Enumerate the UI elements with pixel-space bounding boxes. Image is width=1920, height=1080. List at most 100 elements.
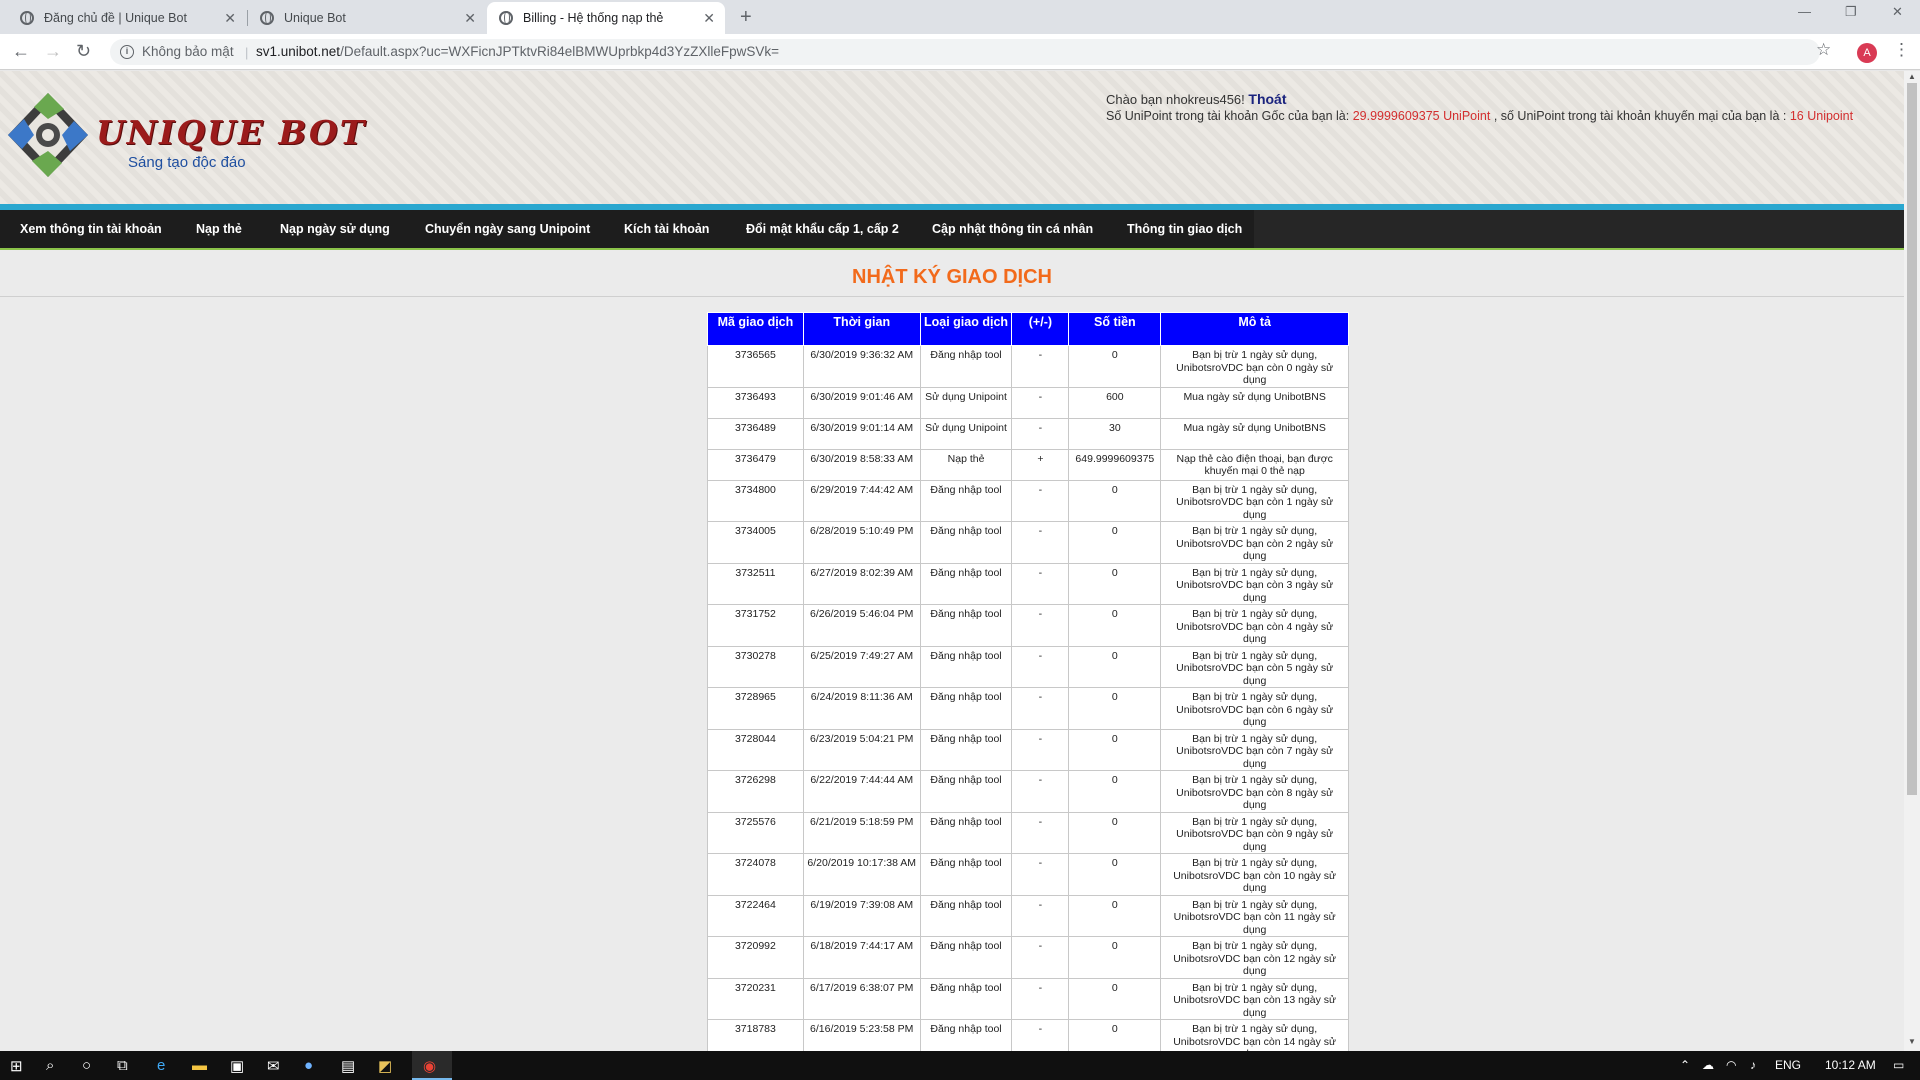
tray-chevron-icon[interactable]: ⌃ xyxy=(1680,1058,1690,1072)
cell-time: 6/17/2019 6:38:07 PM xyxy=(802,977,921,1020)
table-row: 3736489 6/30/2019 9:01:14 AM Sử dụng Unipo… xyxy=(707,417,1349,450)
onedrive-icon[interactable]: ☁ xyxy=(1702,1058,1714,1072)
menu-item-buy-days[interactable]: Nạp ngày sử dụng xyxy=(280,222,390,236)
cell-description: Bạn bị trừ 1 ngày sử dụng, UnibotsroVDC … xyxy=(1160,345,1349,388)
scroll-up-icon[interactable]: ▲ xyxy=(1908,72,1916,81)
menu-item-update-profile[interactable]: Cập nhật thông tin cá nhân xyxy=(932,222,1093,236)
forward-arrow-icon[interactable]: → xyxy=(44,41,62,62)
cell-type: Đăng nhập tool xyxy=(919,345,1013,388)
tab-close-icon[interactable]: ✕ xyxy=(464,10,476,27)
cell-time: 6/28/2019 5:10:49 PM xyxy=(802,521,921,564)
site-header: UNIQUE BOT Sáng tạo độc đáo Chào bạn nho… xyxy=(0,71,1904,204)
table-row: 3734005 6/28/2019 5:10:49 PM Đăng nhập too… xyxy=(707,521,1349,564)
cell-transaction-id: 3724078 xyxy=(707,853,804,896)
tab-close-icon[interactable]: ✕ xyxy=(703,10,715,27)
clock[interactable]: 10:12 AM xyxy=(1825,1058,1876,1072)
reload-icon[interactable]: ↻ xyxy=(76,41,91,62)
cell-type: Đăng nhập tool xyxy=(919,770,1013,813)
menu-item-topup-card[interactable]: Nạp thẻ xyxy=(196,222,242,236)
cell-sign: - xyxy=(1011,562,1070,605)
app-icon[interactable]: ● xyxy=(304,1057,313,1074)
cell-type: Đăng nhập tool xyxy=(919,936,1013,979)
cell-type: Đăng nhập tool xyxy=(919,728,1013,771)
wifi-icon[interactable]: ◠ xyxy=(1726,1058,1736,1072)
tab-title: Unique Bot xyxy=(284,11,346,25)
page-scrollbar[interactable]: ▲ ▼ xyxy=(1904,71,1920,1051)
logo-text: UNIQUE BOT xyxy=(96,113,367,152)
cell-type: Đăng nhập tool xyxy=(919,604,1013,647)
scrollbar-thumb[interactable] xyxy=(1907,83,1917,795)
tab-close-icon[interactable]: ✕ xyxy=(224,10,236,27)
menu-item-change-password[interactable]: Đổi mật khẩu cấp 1, cấp 2 xyxy=(746,222,899,236)
page-content: UNIQUE BOT Sáng tạo độc đáo Chào bạn nho… xyxy=(0,71,1904,1051)
menu-item-convert-days[interactable]: Chuyển ngày sang Unipoint xyxy=(425,222,590,236)
windows-start-icon[interactable]: ⊞ xyxy=(10,1057,23,1075)
browser-tab-active[interactable]: Billing - Hệ thống nạp thẻ ✕ xyxy=(487,2,725,34)
task-view-icon[interactable]: ⧉ xyxy=(117,1057,128,1074)
globe-icon xyxy=(499,11,513,25)
cell-time: 6/30/2019 8:58:33 AM xyxy=(802,448,921,481)
cell-sign: - xyxy=(1011,977,1070,1020)
url-host: sv1.unibot.net xyxy=(256,44,341,59)
table-row: 3736479 6/30/2019 8:58:33 AM Nạp thẻ +649.9… xyxy=(707,448,1349,481)
browser-tab[interactable]: Đăng chủ đề | Unique Bot ✕ xyxy=(8,2,246,34)
cell-type: Sử dụng Unipoint xyxy=(919,417,1013,450)
transaction-table: Mã giao dịch Thời gian Loại giao dịch (+… xyxy=(707,312,1349,1051)
scroll-down-icon[interactable]: ▼ xyxy=(1908,1037,1916,1046)
url-path: /Default.aspx?uc=WXFicnJPTktvRi84elBMWUp… xyxy=(340,44,779,59)
cell-sign: - xyxy=(1011,521,1070,564)
logout-link[interactable]: Thoát xyxy=(1248,91,1286,107)
cell-transaction-id: 3720992 xyxy=(707,936,804,979)
minimize-icon[interactable]: — xyxy=(1798,4,1811,19)
window-close-icon[interactable]: ✕ xyxy=(1892,4,1903,20)
greeting-text: Chào bạn nhokreus456! xyxy=(1106,92,1245,107)
cell-amount: 0 xyxy=(1068,977,1162,1020)
file-explorer-icon[interactable]: ▬ xyxy=(192,1057,207,1074)
menu-item-account-info[interactable]: Xem thông tin tài khoản xyxy=(20,222,162,236)
cell-amount: 30 xyxy=(1068,417,1162,450)
restore-icon[interactable]: ❐ xyxy=(1845,4,1857,20)
chrome-icon[interactable]: ◉ xyxy=(423,1057,436,1075)
info-icon[interactable]: i xyxy=(120,45,134,59)
cell-time: 6/30/2019 9:36:32 AM xyxy=(802,345,921,388)
cell-type: Đăng nhập tool xyxy=(919,562,1013,605)
unique-bot-logo-icon[interactable] xyxy=(4,89,92,181)
cell-transaction-id: 3730278 xyxy=(707,645,804,688)
cell-transaction-id: 3718783 xyxy=(707,1019,804,1051)
cell-transaction-id: 3731752 xyxy=(707,604,804,647)
cell-description: Bạn bị trừ 1 ngày sử dụng, UnibotsroVDC … xyxy=(1160,479,1349,522)
app-icon[interactable]: ◩ xyxy=(378,1057,392,1075)
cortana-icon[interactable]: ○ xyxy=(82,1057,91,1074)
globe-icon xyxy=(20,11,34,25)
app-icon[interactable]: ▤ xyxy=(341,1057,355,1075)
volume-icon[interactable]: ♪ xyxy=(1750,1058,1756,1072)
cell-amount: 0 xyxy=(1068,811,1162,854)
language-indicator[interactable]: ENG xyxy=(1775,1058,1801,1072)
table-row: 3734800 6/29/2019 7:44:42 AM Đăng nhập too… xyxy=(707,479,1349,522)
cell-time: 6/26/2019 5:46:04 PM xyxy=(802,604,921,647)
edge-browser-icon[interactable]: e xyxy=(157,1057,165,1074)
menu-item-activate-account[interactable]: Kích tài khoản xyxy=(624,222,709,236)
notification-icon[interactable]: ▭ xyxy=(1893,1058,1904,1072)
cell-type: Đăng nhập tool xyxy=(919,687,1013,730)
back-arrow-icon[interactable]: ← xyxy=(12,41,30,62)
mail-icon[interactable]: ✉ xyxy=(267,1057,280,1075)
search-icon[interactable]: ⌕ xyxy=(46,1057,54,1074)
kebab-menu-icon[interactable]: ⋮ xyxy=(1893,40,1910,60)
user-greeting: Chào bạn nhokreus456! Thoát xyxy=(1106,91,1287,107)
browser-tab[interactable]: Unique Bot ✕ xyxy=(248,2,486,34)
cell-transaction-id: 3736565 xyxy=(707,345,804,388)
address-bar[interactable]: i Không bảo mật | sv1.unibot.net/Default… xyxy=(110,39,1820,65)
store-icon[interactable]: ▣ xyxy=(230,1057,244,1075)
bookmark-star-icon[interactable]: ☆ xyxy=(1816,40,1831,60)
profile-avatar[interactable]: A xyxy=(1857,43,1877,63)
new-tab-button[interactable]: + xyxy=(740,6,752,29)
table-row: 3720231 6/17/2019 6:38:07 PM Đăng nhập too… xyxy=(707,977,1349,1020)
menu-item-transactions[interactable]: Thông tin giao dịch xyxy=(1127,222,1242,236)
url-text[interactable]: sv1.unibot.net/Default.aspx?uc=WXFicnJPT… xyxy=(256,44,779,59)
cell-description: Bạn bị trừ 1 ngày sử dụng, UnibotsroVDC … xyxy=(1160,645,1349,688)
cell-amount: 0 xyxy=(1068,1019,1162,1051)
tab-title: Billing - Hệ thống nạp thẻ xyxy=(523,11,664,25)
cell-transaction-id: 3728044 xyxy=(707,728,804,771)
table-row: 3736565 6/30/2019 9:36:32 AM Đăng nhập too… xyxy=(707,345,1349,388)
